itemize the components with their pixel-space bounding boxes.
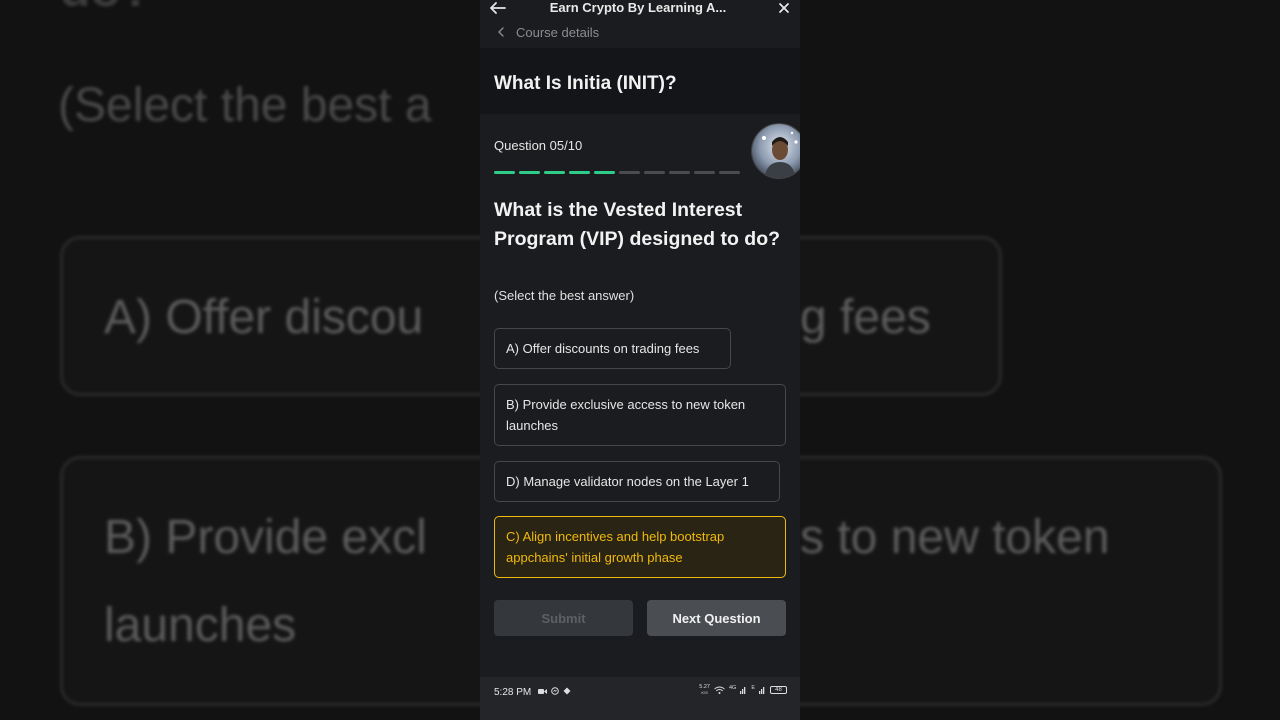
messenger-icon — [551, 687, 559, 695]
answer-option-c[interactable]: C) Align incentives and help bootstrap a… — [494, 516, 786, 578]
status-time: 5:28 PM — [494, 687, 532, 698]
question-counter: Question 05/10 — [494, 138, 583, 153]
next-question-button[interactable]: Next Question — [647, 600, 786, 636]
signal-icon-2 — [759, 687, 765, 694]
user-photo-image — [752, 124, 800, 178]
video-icon — [538, 688, 547, 694]
network-type-2: E — [751, 685, 755, 691]
answer-option-d[interactable]: D) Manage validator nodes on the Layer 1 — [494, 461, 780, 502]
progress-segment — [694, 171, 715, 174]
question-text: What is the Vested Interest Program (VIP… — [494, 199, 781, 250]
status-bar: 5:28 PM 5.27 K/S 4G E 48 — [480, 677, 800, 720]
chevron-left-icon — [498, 27, 504, 37]
progress-segment — [494, 171, 515, 174]
app-title: Earn Crypto By Learning A... — [549, 0, 727, 15]
progress-segment — [594, 171, 615, 174]
answer-option-label: D) Manage validator nodes on the Layer 1 — [506, 473, 749, 489]
bg-hint-fragment: (Select the best a — [58, 79, 432, 132]
progress-segment — [644, 171, 665, 174]
bg-question-fragment: do? — [60, 0, 152, 18]
answer-option-b[interactable]: B) Provide exclusive access to new token… — [494, 384, 786, 446]
close-button[interactable] — [776, 0, 792, 16]
bg-option-a-right: g fees — [800, 291, 931, 344]
progress-segment — [569, 171, 590, 174]
phone-screen: Earn Crypto By Learning A... Course deta… — [480, 0, 800, 720]
question-hint: (Select the best answer) — [494, 288, 635, 303]
signal-icon-1 — [740, 687, 746, 694]
progress-segment — [619, 171, 640, 174]
notification-icons — [538, 687, 571, 695]
bg-option-a-left: A) Offer discou — [104, 291, 424, 344]
progress-segment — [544, 171, 565, 174]
system-icons: 5.27 K/S 4G E 48 — [699, 684, 787, 695]
breadcrumb-label: Course details — [516, 24, 600, 40]
progress-segment — [519, 171, 540, 174]
progress-segment — [719, 171, 740, 174]
bg-option-b-left: B) Provide excl — [104, 511, 427, 564]
answer-option-label: C) Align incentives and help bootstrap a… — [506, 528, 725, 566]
submit-button[interactable]: Submit — [494, 600, 633, 636]
answer-option-a[interactable]: A) Offer discounts on trading fees — [494, 328, 731, 369]
back-button[interactable] — [488, 0, 508, 18]
breadcrumb-course-details[interactable]: Course details — [496, 22, 599, 42]
battery-icon: 48 — [770, 686, 787, 694]
app-notification-icon — [563, 687, 571, 695]
course-title: What Is Initia (INIT)? — [494, 73, 677, 94]
answer-option-label: A) Offer discounts on trading fees — [506, 340, 700, 356]
quiz-progress-bar — [494, 171, 740, 174]
close-icon — [779, 3, 789, 13]
net-speed: 5.27 K/S — [699, 684, 710, 695]
battery-level: 48 — [775, 687, 782, 693]
wifi-icon — [714, 686, 725, 694]
app-bar: Earn Crypto By Learning A... — [480, 0, 800, 24]
avatar[interactable] — [751, 123, 800, 179]
answer-option-label: B) Provide exclusive access to new token… — [506, 396, 746, 434]
bg-option-b-line2: launches — [104, 599, 297, 652]
progress-segment — [669, 171, 690, 174]
bg-option-b-right: s to new token — [800, 511, 1110, 564]
network-type: 4G — [728, 685, 737, 691]
arrow-left-icon — [490, 2, 506, 14]
course-header: What Is Initia (INIT)? — [480, 48, 800, 114]
net-speed-unit: K/S — [701, 690, 708, 695]
